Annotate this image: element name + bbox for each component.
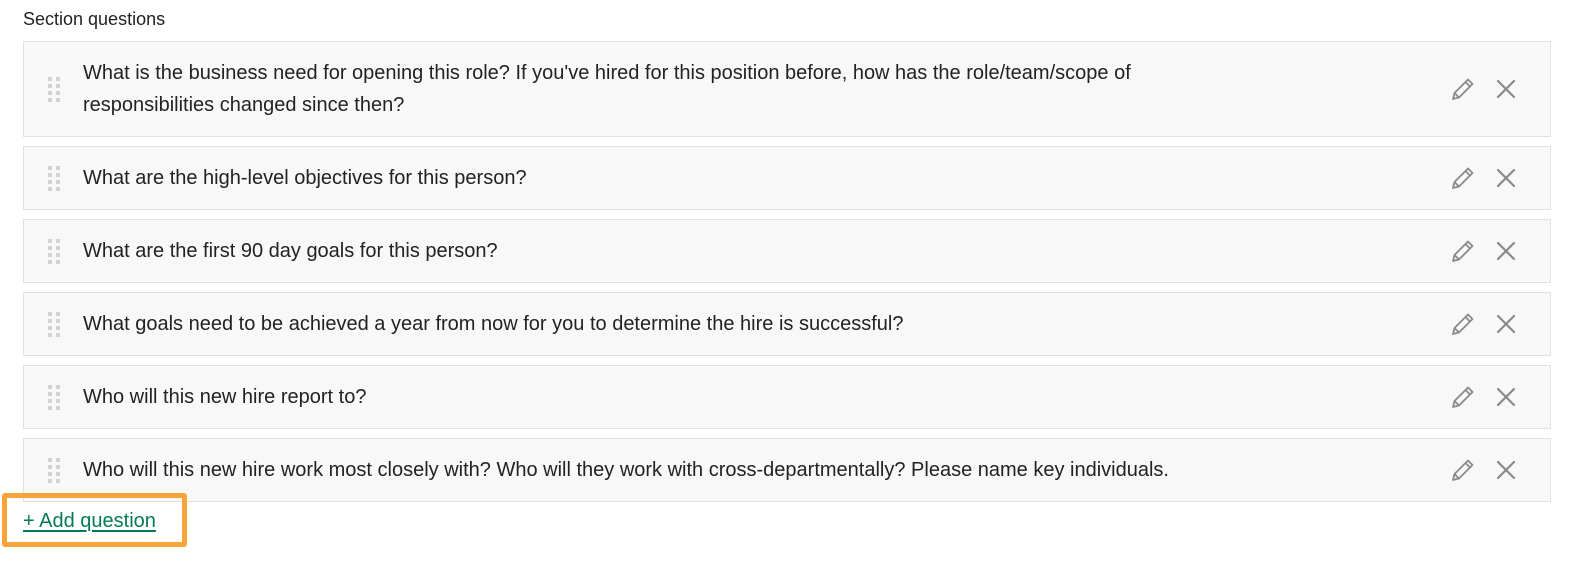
drag-handle-icon[interactable]: [47, 76, 61, 102]
drag-handle-icon[interactable]: [47, 165, 61, 191]
question-text: What are the first 90 day goals for this…: [83, 240, 498, 262]
close-icon[interactable]: [1493, 457, 1519, 483]
question-row: What goals need to be achieved a year fr…: [23, 292, 1551, 356]
close-icon[interactable]: [1493, 238, 1519, 264]
close-icon[interactable]: [1493, 384, 1519, 410]
drag-handle-icon[interactable]: [47, 238, 61, 264]
add-question-link[interactable]: + Add question: [23, 508, 156, 534]
close-icon[interactable]: [1493, 76, 1519, 102]
question-text: What is the business need for opening th…: [83, 62, 1131, 116]
question-row: Who will this new hire report to?: [23, 365, 1551, 429]
question-row: What are the first 90 day goals for this…: [23, 219, 1551, 283]
pencil-icon[interactable]: [1448, 382, 1478, 412]
question-text: What goals need to be achieved a year fr…: [83, 313, 904, 335]
question-text: What are the high-level objectives for t…: [83, 167, 527, 189]
pencil-icon[interactable]: [1448, 236, 1478, 266]
question-row: Who will this new hire work most closely…: [23, 438, 1551, 502]
drag-handle-icon[interactable]: [47, 311, 61, 337]
close-icon[interactable]: [1493, 165, 1519, 191]
question-row: What is the business need for opening th…: [23, 41, 1551, 137]
question-list: What is the business need for opening th…: [23, 41, 1551, 511]
pencil-icon[interactable]: [1448, 163, 1478, 193]
drag-handle-icon[interactable]: [47, 457, 61, 483]
close-icon[interactable]: [1493, 311, 1519, 337]
question-text: Who will this new hire report to?: [83, 386, 367, 408]
question-text: Who will this new hire work most closely…: [83, 459, 1169, 481]
pencil-icon[interactable]: [1448, 74, 1478, 104]
question-row: What are the high-level objectives for t…: [23, 146, 1551, 210]
section-questions-label: Section questions: [23, 9, 166, 29]
pencil-icon[interactable]: [1448, 455, 1478, 485]
pencil-icon[interactable]: [1448, 309, 1478, 339]
drag-handle-icon[interactable]: [47, 384, 61, 410]
